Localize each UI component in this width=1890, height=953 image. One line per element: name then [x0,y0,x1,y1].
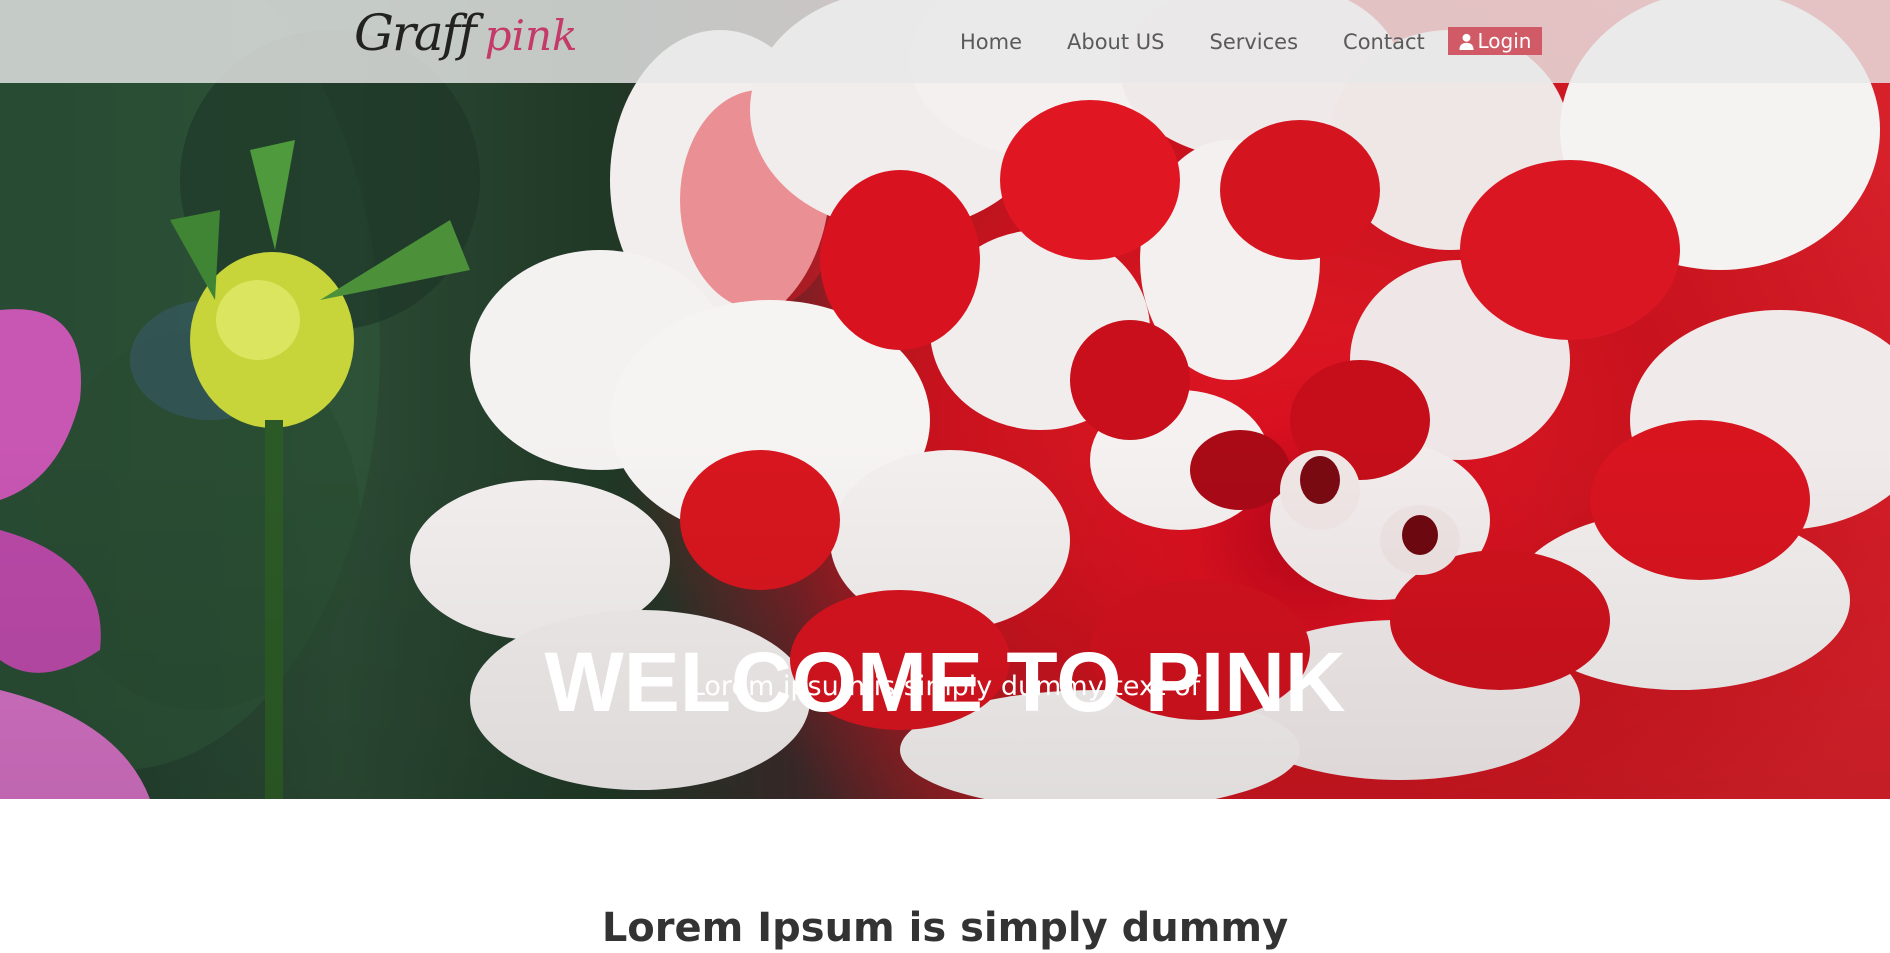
nav-link-about-us[interactable]: About US [1067,30,1164,54]
nav-link-contact[interactable]: Contact [1343,30,1425,54]
logo-text-pink: pink [484,11,578,60]
user-icon [1458,33,1474,50]
section-heading: Lorem Ipsum is simply dummy [601,905,1289,952]
hero-subtitle: Lorem ipsum is simply dummy text of [0,671,1890,702]
main-nav: Home About US Services Contact [960,0,1470,83]
login-button-label: Login [1477,29,1532,53]
hero-banner: WELCOME TO PINK Lorem ipsum is simply du… [0,0,1890,799]
nav-link-home[interactable]: Home [960,30,1022,54]
hero-subtitle-text: Lorem ipsum is simply dummy text of [689,671,1201,702]
logo-text-graff: Graff [354,4,477,62]
login-button[interactable]: Login [1448,27,1542,55]
top-navbar: Graff pink Home About US Services Contac… [0,0,1890,83]
site-logo[interactable]: Graff pink [354,4,578,74]
nav-link-services[interactable]: Services [1209,30,1298,54]
